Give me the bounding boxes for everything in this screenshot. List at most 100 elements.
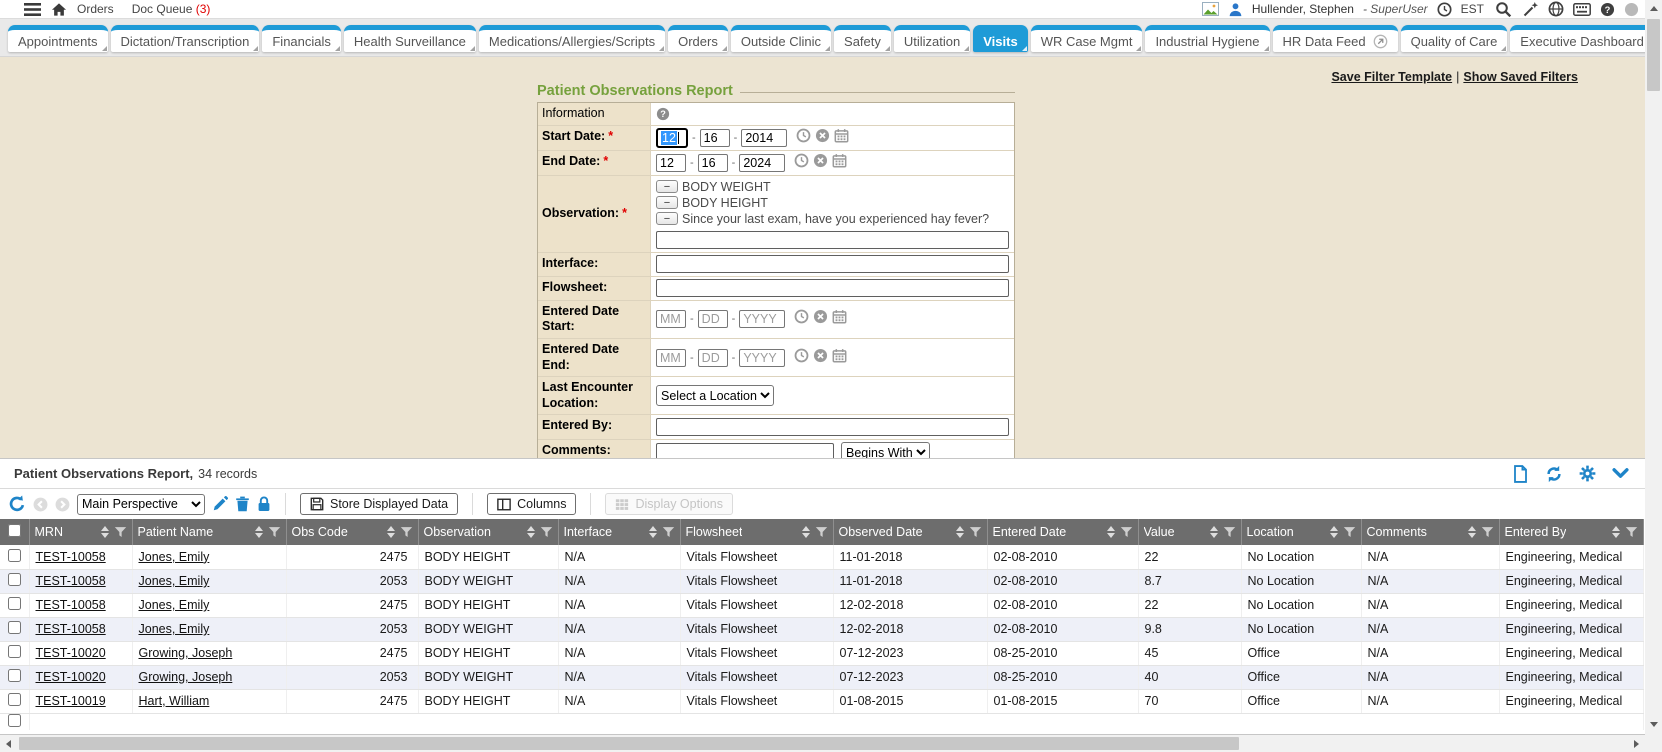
filter-funnel-icon[interactable] [815, 526, 828, 538]
column-header-value[interactable]: Value [1138, 519, 1241, 545]
tab-outside-clinic[interactable]: Outside Clinic [731, 25, 831, 52]
question-circle-icon[interactable]: ? [656, 107, 670, 121]
flowsheet-input[interactable] [656, 279, 1009, 297]
horizontal-scroll-thumb[interactable] [19, 737, 1239, 750]
column-header-observed-date[interactable]: Observed Date [833, 519, 987, 545]
mrn-link[interactable]: TEST-10019 [36, 694, 106, 708]
time-icon[interactable] [794, 153, 809, 173]
save-filter-template-link[interactable]: Save Filter Template [1331, 70, 1452, 84]
search-icon[interactable] [1495, 1, 1512, 18]
column-header-observation[interactable]: Observation [418, 519, 558, 545]
entered-date-start-year-input[interactable]: YYYY [739, 310, 785, 328]
prev-icon[interactable] [33, 497, 48, 512]
calendar-icon[interactable] [832, 348, 847, 368]
row-checkbox[interactable] [8, 621, 21, 634]
filter-funnel-icon[interactable] [1625, 526, 1638, 538]
tab-dictation-transcription[interactable]: Dictation/Transcription [111, 25, 260, 52]
scroll-up-arrow[interactable] [1645, 0, 1662, 17]
time-icon[interactable] [796, 128, 811, 148]
sort-icon[interactable] [1107, 526, 1115, 538]
gear-icon[interactable] [1579, 465, 1596, 482]
tab-orders[interactable]: Orders [668, 25, 728, 52]
patient-name-link[interactable]: Jones, Emily [139, 550, 210, 564]
sort-icon[interactable] [1210, 526, 1218, 538]
column-header-comments[interactable]: Comments [1361, 519, 1499, 545]
sort-icon[interactable] [1612, 526, 1620, 538]
end-date-month-input[interactable]: 12 [656, 154, 686, 172]
horizontal-scrollbar[interactable] [0, 735, 1645, 752]
mrn-link[interactable]: TEST-10058 [36, 574, 106, 588]
keyboard-icon[interactable] [1573, 3, 1591, 16]
perspective-select[interactable]: Main Perspective [77, 494, 205, 515]
time-icon[interactable] [794, 348, 809, 368]
clear-icon[interactable] [813, 309, 828, 329]
remove-observation-button[interactable] [656, 212, 678, 225]
calendar-icon[interactable] [832, 153, 847, 173]
patient-name-link[interactable]: Jones, Emily [139, 598, 210, 612]
start-date-day-input[interactable]: 16 [700, 129, 730, 147]
tab-medications-allergies-scripts[interactable]: Medications/Allergies/Scripts [479, 25, 665, 52]
filter-funnel-icon[interactable] [662, 526, 675, 538]
remove-observation-button[interactable] [656, 196, 678, 209]
patient-name-link[interactable]: Jones, Emily [139, 574, 210, 588]
trash-icon[interactable] [235, 496, 250, 512]
tab-wr-case-mgmt[interactable]: WR Case Mgmt [1031, 25, 1143, 52]
image-icon[interactable] [1202, 2, 1219, 16]
show-saved-filters-link[interactable]: Show Saved Filters [1463, 70, 1578, 84]
chevron-down-icon[interactable] [1612, 467, 1629, 480]
sort-icon[interactable] [1330, 526, 1338, 538]
tab-executive-dashboard[interactable]: Executive Dashboard [1510, 25, 1662, 52]
patient-name-link[interactable]: Growing, Joseph [139, 646, 233, 660]
column-header-location[interactable]: Location [1241, 519, 1361, 545]
sort-icon[interactable] [387, 526, 395, 538]
store-displayed-data-button[interactable]: Store Displayed Data [300, 493, 458, 515]
patient-name-link[interactable]: Hart, William [139, 694, 210, 708]
row-checkbox[interactable] [8, 693, 21, 706]
start-date-month-input[interactable]: 12 [656, 128, 688, 148]
mrn-link[interactable]: TEST-10058 [36, 598, 106, 612]
scroll-right-arrow[interactable] [1628, 735, 1645, 752]
sort-icon[interactable] [101, 526, 109, 538]
entered-date-start-month-input[interactable]: MM [656, 310, 686, 328]
column-header-obs-code[interactable]: Obs Code [286, 519, 418, 545]
sort-icon[interactable] [255, 526, 263, 538]
entered-date-start-day-input[interactable]: DD [698, 310, 728, 328]
column-header-entered-date[interactable]: Entered Date [987, 519, 1138, 545]
last-encounter-location-select[interactable]: Select a Location [656, 385, 774, 406]
column-header-patient-name[interactable]: Patient Name [132, 519, 286, 545]
row-checkbox[interactable] [8, 669, 21, 682]
entered-date-end-day-input[interactable]: DD [698, 349, 728, 367]
help-icon[interactable]: ? [1600, 2, 1615, 17]
clear-icon[interactable] [813, 348, 828, 368]
filter-funnel-icon[interactable] [1120, 526, 1133, 538]
row-checkbox[interactable] [8, 714, 21, 727]
tab-health-surveillance[interactable]: Health Surveillance [344, 25, 476, 52]
lock-icon[interactable] [257, 496, 271, 512]
vertical-scroll-thumb[interactable] [1647, 19, 1660, 91]
scroll-down-arrow[interactable] [1645, 716, 1662, 733]
new-document-icon[interactable] [1512, 465, 1529, 483]
end-date-year-input[interactable]: 2024 [739, 154, 785, 172]
select-all-checkbox[interactable] [8, 524, 21, 537]
entered-date-end-year-input[interactable]: YYYY [739, 349, 785, 367]
remove-observation-button[interactable] [656, 180, 678, 193]
home-icon[interactable] [51, 2, 67, 17]
patient-name-link[interactable]: Growing, Joseph [139, 670, 233, 684]
start-date-year-input[interactable]: 2014 [741, 129, 787, 147]
filter-funnel-icon[interactable] [969, 526, 982, 538]
tab-utilization[interactable]: Utilization [894, 25, 970, 52]
interface-input[interactable] [656, 255, 1009, 273]
sort-icon[interactable] [802, 526, 810, 538]
row-checkbox[interactable] [8, 573, 21, 586]
sort-icon[interactable] [956, 526, 964, 538]
tab-hr-data-feed[interactable]: HR Data Feed [1273, 25, 1398, 52]
presence-icon[interactable] [1624, 2, 1639, 17]
reset-icon[interactable] [8, 495, 26, 513]
filter-funnel-icon[interactable] [268, 526, 281, 538]
mrn-link[interactable]: TEST-10020 [36, 646, 106, 660]
calendar-icon[interactable] [832, 309, 847, 329]
filter-funnel-icon[interactable] [400, 526, 413, 538]
column-header-entered-by[interactable]: Entered By [1499, 519, 1643, 545]
clear-icon[interactable] [813, 153, 828, 173]
mrn-link[interactable]: TEST-10020 [36, 670, 106, 684]
